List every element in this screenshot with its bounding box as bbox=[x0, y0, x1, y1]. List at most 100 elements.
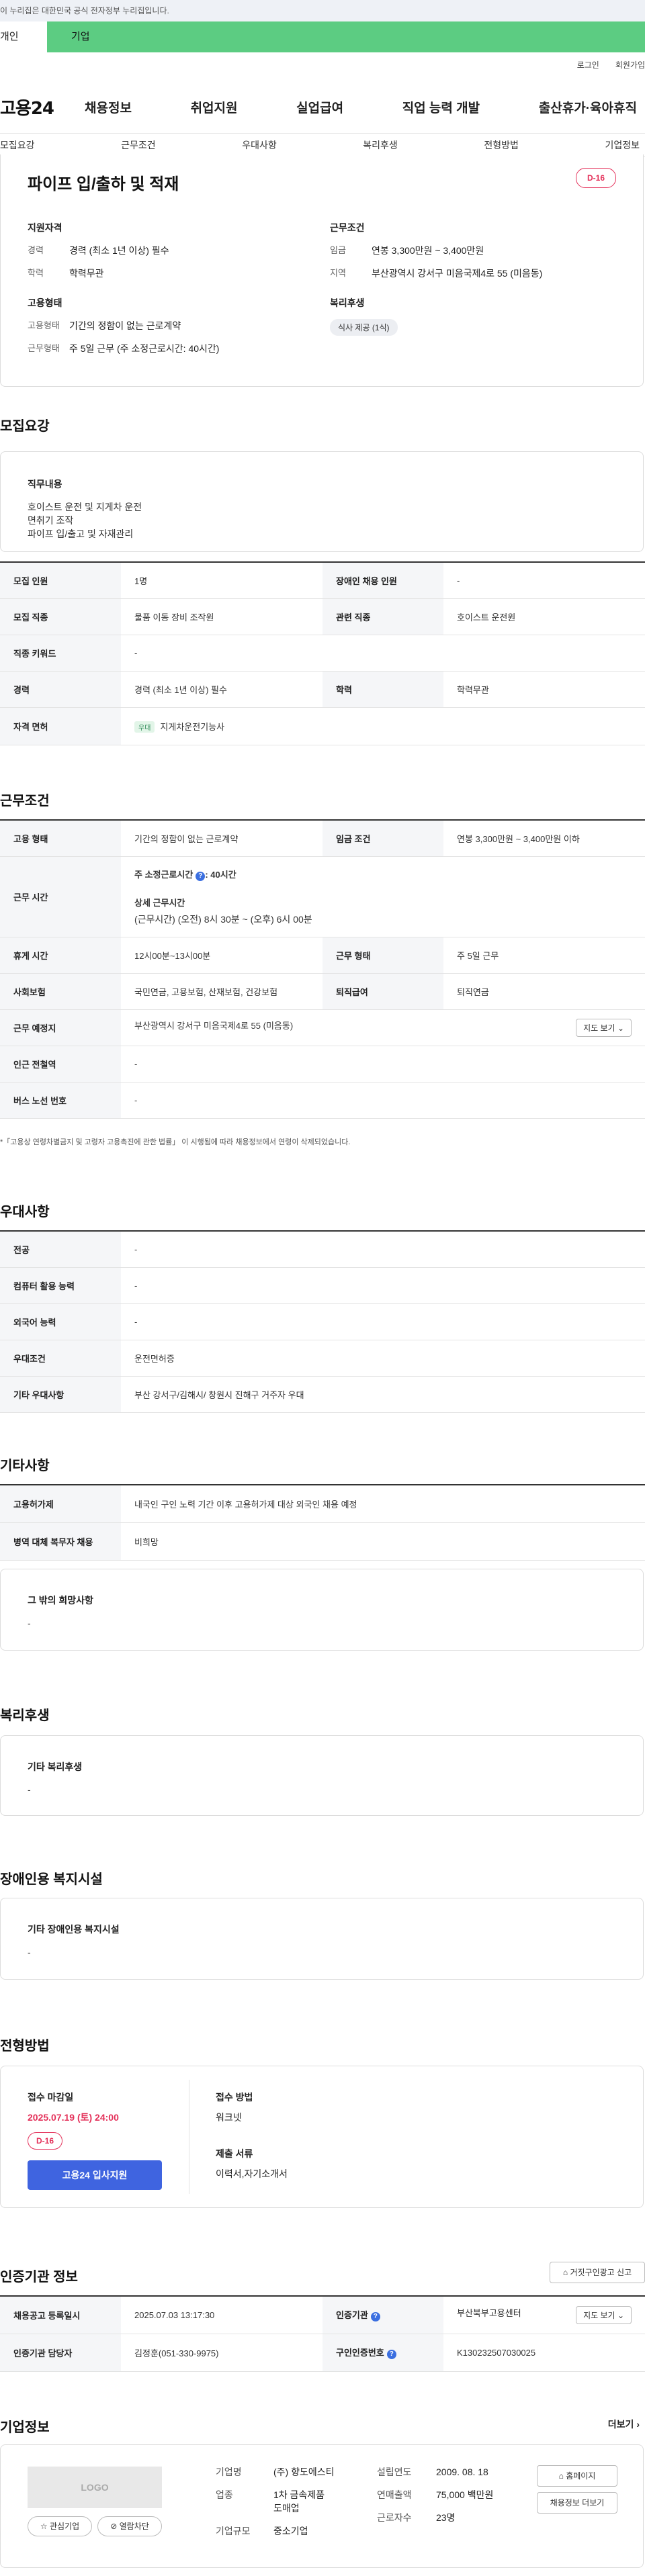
help-icon[interactable]: ? bbox=[370, 2312, 380, 2322]
tab-personal[interactable]: 개인 bbox=[0, 21, 47, 52]
cell-value: 연봉 3,300만원 ~ 3,400만원 이하 bbox=[443, 820, 645, 857]
disability-box: 기타 장애인용 복지시설 - bbox=[0, 1898, 644, 1980]
block-view-button[interactable]: ⊘ 열람차단 bbox=[97, 2516, 162, 2536]
table-row: 모집 인원 1명 장애인 채용 인원 - bbox=[0, 562, 645, 599]
favorite-company-button[interactable]: ☆ 관심기업 bbox=[28, 2516, 92, 2536]
cell-label: 인증기관? bbox=[322, 2296, 443, 2334]
company-more-link[interactable]: 더보기 › bbox=[608, 2418, 640, 2431]
cell-label: 사회보험 bbox=[0, 973, 121, 1010]
hours-detail: (근무시간) (오전) 8시 30분 ~ (오후) 6시 00분 bbox=[134, 913, 312, 925]
report-false-ad-button[interactable]: ⌂ 거짓구인광고 신고 bbox=[550, 2262, 645, 2283]
cell-label: 우대조건 bbox=[0, 1340, 121, 1377]
cell-label: 구인인증번호? bbox=[322, 2334, 443, 2372]
apply-button[interactable]: 고용24 입사지원 bbox=[28, 2160, 162, 2190]
map-button-label: 지도 보기 bbox=[583, 1023, 615, 1033]
employees-label: 근로자수 bbox=[377, 2512, 412, 2523]
gnb-item-leave[interactable]: 출산휴가·육아휴직 bbox=[539, 98, 637, 116]
cond-value: 연봉 3,300만원 ~ 3,400만원 bbox=[372, 245, 484, 256]
gnb-item-training[interactable]: 직업 능력 개발 bbox=[402, 98, 480, 116]
gnb-item-jobs[interactable]: 채용정보 bbox=[85, 98, 132, 116]
table-row: 고용 형태 기간의 정함이 없는 근로계약 임금 조건 연봉 3,300만원 ~… bbox=[0, 820, 645, 857]
cell-label: 컴퓨터 활용 능력 bbox=[0, 1267, 121, 1304]
company-name: (주) 향도에스티 bbox=[273, 2467, 335, 2477]
more-label: 더보기 bbox=[607, 2419, 634, 2430]
cell-label: 인증기관 담당자 bbox=[0, 2334, 121, 2372]
cell-value: - bbox=[121, 1046, 645, 1083]
login-link[interactable]: 로그인 bbox=[577, 59, 599, 71]
emp-value: 주 5일 근무 (주 소정근로시간: 40시간) bbox=[69, 343, 220, 354]
homepage-button[interactable]: ⌂ 홈페이지 bbox=[537, 2465, 617, 2487]
tab-company[interactable]: 기업정보 bbox=[605, 138, 640, 152]
company-logo: LOGO bbox=[28, 2467, 162, 2508]
help-icon[interactable]: ? bbox=[196, 871, 206, 881]
audience-tabs: 개인 기업 bbox=[0, 21, 645, 52]
table-row: 병역 대체 복무자 채용 비희망 bbox=[0, 1522, 645, 1561]
cond-heading: 근무조건 bbox=[330, 222, 365, 233]
cell-label: 고용 형태 bbox=[0, 820, 121, 857]
tab-company[interactable]: 기업 bbox=[47, 21, 645, 52]
cell-label: 기타 우대사항 bbox=[0, 1376, 121, 1413]
cell-label: 근무 시간 bbox=[0, 856, 121, 937]
section-title-etc: 기타사항 bbox=[0, 1459, 50, 1473]
cell-value: 비희망 bbox=[121, 1522, 645, 1561]
welfare-box-title: 기타 복리후생 bbox=[28, 1761, 83, 1772]
cell-label: 모집 인원 bbox=[0, 562, 121, 599]
cell-value: 퇴직연금 bbox=[443, 973, 645, 1010]
tab-recruit[interactable]: 모집요강 bbox=[0, 138, 35, 152]
table-row: 휴게 시간 12시00분~13시00분 근무 형태 주 5일 근무 bbox=[0, 937, 645, 974]
tab-work-conditions[interactable]: 근무조건 bbox=[121, 138, 156, 152]
gnb-item-employment-support[interactable]: 취업지원 bbox=[191, 98, 238, 116]
sales-label: 연매출액 bbox=[377, 2489, 412, 2500]
table-row: 자격 면허 우대 지게차운전기능사 bbox=[0, 707, 645, 745]
section-title-company: 기업정보 bbox=[0, 2420, 50, 2435]
tab-welfare[interactable]: 복리후생 bbox=[363, 138, 398, 152]
gnb-item-unemployment[interactable]: 실업급여 bbox=[296, 98, 343, 116]
map-button[interactable]: 지도 보기 ⌄ bbox=[576, 1018, 632, 1037]
job-desc-line: 면취기 조작 bbox=[28, 515, 74, 526]
age-note: *「고용상 연령차별금지 및 고령자 고용촉진에 관한 법률」 이 시행됨에 따… bbox=[0, 1138, 351, 1146]
section-title-preference: 우대사항 bbox=[0, 1205, 50, 1220]
dday-badge: D-16 bbox=[28, 2132, 62, 2150]
help-icon[interactable]: ? bbox=[386, 2350, 396, 2359]
cell-value: 학력무관 bbox=[443, 671, 645, 708]
cell-label: 경력 bbox=[0, 671, 121, 708]
cert-map-button[interactable]: 지도 보기 ⌄ bbox=[576, 2305, 632, 2324]
job-title: 파이프 입/출하 및 적재 bbox=[28, 175, 179, 193]
table-row: 직종 키워드 - bbox=[0, 635, 645, 672]
table-row: 채용공고 등록일시 2025.07.03 13:17:30 인증기관? 부산북부… bbox=[0, 2296, 645, 2334]
company-info-right: 설립연도 2009. 08. 18 연매출액 75,000 백만원 근로자수 23명 bbox=[377, 2465, 525, 2524]
table-row: 컴퓨터 활용 능력 - bbox=[0, 1267, 645, 1304]
section-title-disability: 장애인용 복지시설 bbox=[0, 1872, 103, 1887]
table-row: 근무 예정지 부산광역시 강서구 미음국제4로 55 (미음동) 지도 보기 ⌄ bbox=[0, 1009, 645, 1046]
tab-process[interactable]: 전형방법 bbox=[484, 138, 519, 152]
docs-value: 이력서,자기소개서 bbox=[216, 2168, 288, 2179]
cell-value: K130232507030025 bbox=[443, 2334, 645, 2372]
util-links: 로그인 회원가입 bbox=[577, 59, 645, 71]
cell-label: 외국어 능력 bbox=[0, 1303, 121, 1340]
homepage-label: 홈페이지 bbox=[566, 2471, 596, 2481]
other-wish-title: 그 밖의 희망사항 bbox=[28, 1595, 93, 1606]
company-size-label: 기업규모 bbox=[216, 2526, 251, 2536]
cell-value: - bbox=[121, 1267, 645, 1304]
cell-label: 전공 bbox=[0, 1231, 121, 1268]
tab-preference[interactable]: 우대사항 bbox=[242, 138, 277, 152]
cell-value: - bbox=[443, 562, 645, 599]
section-title-cert: 인증기관 정보 bbox=[0, 2270, 78, 2285]
hours-detail-title: 상세 근무시간 bbox=[134, 897, 185, 908]
site-logo[interactable]: 고용24 bbox=[0, 95, 74, 120]
job-desc-line: 호이스트 운전 및 지게차 운전 bbox=[28, 502, 142, 512]
founded-label: 설립연도 bbox=[377, 2467, 412, 2477]
qual-heading: 지원자격 bbox=[28, 222, 62, 233]
cell-value: 운전면허증 bbox=[121, 1340, 645, 1377]
cell-label: 퇴직급여 bbox=[322, 973, 443, 1010]
job-description-box: 직무내용 호이스트 운전 및 지게차 운전 면취기 조작 파이프 입/출고 및 … bbox=[0, 451, 644, 552]
cell-value: 김정훈(051-330-9975) bbox=[121, 2334, 322, 2372]
cond-label: 지역 bbox=[330, 268, 346, 278]
table-row: 근무 시간 주 소정근로시간?: 40시간 상세 근무시간 (근무시간) (오전… bbox=[0, 856, 645, 937]
job-desc-heading: 직무내용 bbox=[28, 479, 62, 490]
cell-value: 2025.07.03 13:17:30 bbox=[121, 2296, 322, 2334]
qual-value: 경력 (최소 1년 이상) 필수 bbox=[69, 245, 169, 256]
company-jobs-button[interactable]: 채용정보 더보기 bbox=[537, 2492, 617, 2514]
fav-label: 관심기업 bbox=[49, 2522, 80, 2531]
signup-link[interactable]: 회원가입 bbox=[615, 59, 645, 71]
